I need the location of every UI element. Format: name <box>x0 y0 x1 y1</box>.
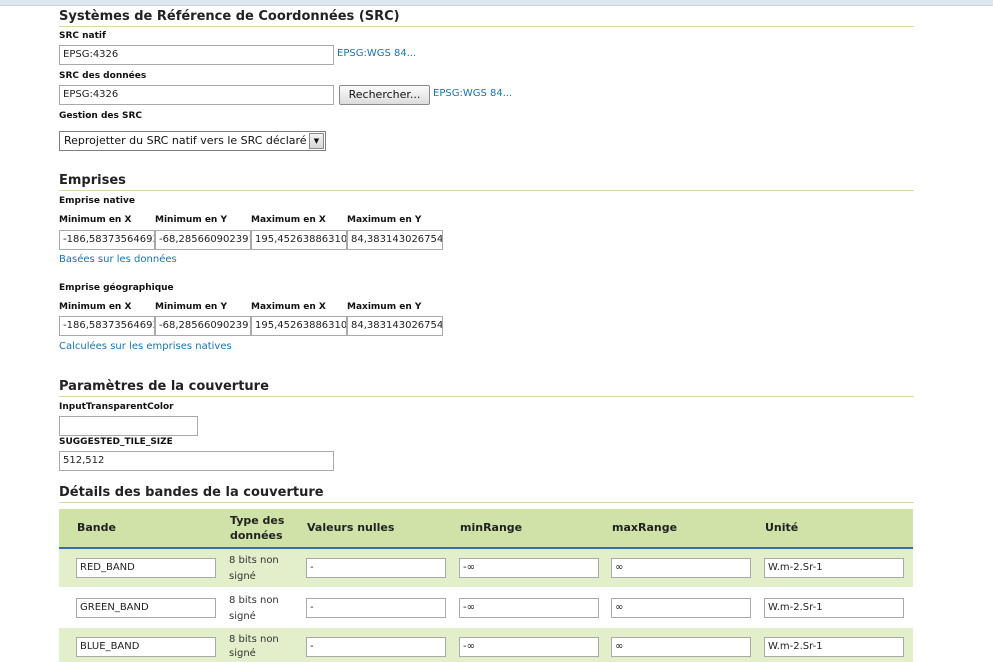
src-management-selected: Reprojetter du SRC natif vers le SRC déc… <box>64 134 307 147</box>
top-border <box>0 0 993 6</box>
native-maxx-label: Maximum en X <box>251 215 326 225</box>
geo-minx-input[interactable]: -186,58373564693 <box>59 316 155 336</box>
band-type-2: signé <box>229 611 256 622</box>
section-title-bounds: Emprises <box>59 173 914 191</box>
header-type-1: Type des <box>230 514 285 527</box>
native-src-input[interactable]: EPSG:4326 <box>59 45 334 65</box>
band-nulls-input[interactable]: - <box>306 598 446 618</box>
src-management-select[interactable]: Reprojetter du SRC natif vers le SRC déc… <box>59 131 326 151</box>
band-type-1: 8 bits non <box>229 595 279 606</box>
band-max-input[interactable]: ∞ <box>611 558 751 578</box>
band-type-2: signé <box>229 648 256 659</box>
geo-maxx-label: Maximum en X <box>251 302 326 312</box>
header-nulls: Valeurs nulles <box>307 521 395 534</box>
geo-maxy-input[interactable]: 84,383143026754 <box>347 316 443 336</box>
band-max-input[interactable]: ∞ <box>611 598 751 618</box>
native-src-label: SRC natif <box>59 31 106 41</box>
tile-size-label: SUGGESTED_TILE_SIZE <box>59 437 173 447</box>
native-bounds-label: Emprise native <box>59 196 135 206</box>
band-name-input[interactable]: GREEN_BAND <box>76 598 216 618</box>
geo-miny-label: Minimum en Y <box>155 302 227 312</box>
header-band: Bande <box>77 521 116 534</box>
native-minx-label: Minimum en X <box>59 215 132 225</box>
native-maxy-input[interactable]: 84,383143026754 <box>347 230 443 250</box>
header-min-range: minRange <box>460 521 523 534</box>
native-bounds-link[interactable]: Basées sur les données <box>59 254 177 265</box>
src-management-label: Gestion des SRC <box>59 111 143 121</box>
data-src-link[interactable]: EPSG:WGS 84... <box>433 88 512 99</box>
band-type-1: 8 bits non <box>229 555 279 566</box>
native-maxy-label: Maximum en Y <box>347 215 422 225</box>
geo-bounds-label: Emprise géographique <box>59 283 174 293</box>
tile-size-input[interactable]: 512,512 <box>59 451 334 471</box>
chevron-down-icon[interactable]: ▼ <box>309 133 324 149</box>
geo-miny-input[interactable]: -68,285660902391 <box>155 316 251 336</box>
band-type-2: signé <box>229 571 256 582</box>
data-src-input[interactable]: EPSG:4326 <box>59 85 334 105</box>
header-unit: Unité <box>765 521 799 534</box>
header-type-2: données <box>230 529 283 542</box>
native-src-link[interactable]: EPSG:WGS 84... <box>337 48 416 59</box>
native-minx-input[interactable]: -186,58373564693 <box>59 230 155 250</box>
geo-maxx-input[interactable]: 195,45263886310 <box>251 316 347 336</box>
section-title-coverage: Paramètres de la couverture <box>59 379 914 397</box>
geo-maxy-label: Maximum en Y <box>347 302 422 312</box>
band-name-input[interactable]: BLUE_BAND <box>76 637 216 657</box>
band-min-input[interactable]: -∞ <box>459 558 599 578</box>
band-unit-input[interactable]: W.m-2.Sr-1 <box>764 637 904 657</box>
search-src-button[interactable]: Rechercher... <box>339 85 430 105</box>
section-title-src: Systèmes de Référence de Coordonnées (SR… <box>59 9 914 27</box>
geo-bounds-link[interactable]: Calculées sur les emprises natives <box>59 341 232 352</box>
native-miny-label: Minimum en Y <box>155 215 227 225</box>
band-unit-input[interactable]: W.m-2.Sr-1 <box>764 598 904 618</box>
native-maxx-input[interactable]: 195,45263886310 <box>251 230 347 250</box>
band-min-input[interactable]: -∞ <box>459 598 599 618</box>
transparent-color-label: InputTransparentColor <box>59 402 174 412</box>
band-nulls-input[interactable]: - <box>306 558 446 578</box>
section-title-bands: Détails des bandes de la couverture <box>59 485 914 503</box>
band-unit-input[interactable]: W.m-2.Sr-1 <box>764 558 904 578</box>
band-name-input[interactable]: RED_BAND <box>76 558 216 578</box>
native-miny-input[interactable]: -68,285660902391 <box>155 230 251 250</box>
geo-minx-label: Minimum en X <box>59 302 132 312</box>
band-max-input[interactable]: ∞ <box>611 637 751 657</box>
header-max-range: maxRange <box>612 521 678 534</box>
data-src-label: SRC des données <box>59 71 147 81</box>
band-min-input[interactable]: -∞ <box>459 637 599 657</box>
band-nulls-input[interactable]: - <box>306 637 446 657</box>
transparent-color-input[interactable] <box>59 416 198 436</box>
